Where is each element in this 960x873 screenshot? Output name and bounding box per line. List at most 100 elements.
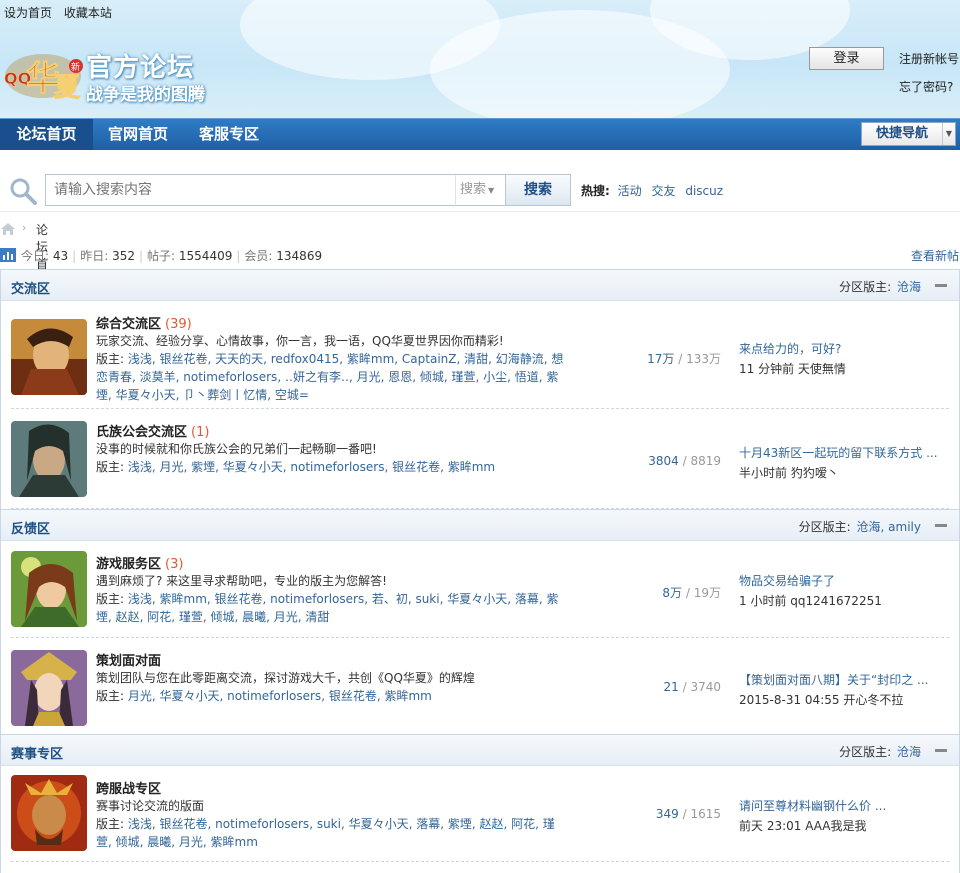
nav-customer-service[interactable]: 客服专区 [183, 119, 275, 150]
set-homepage-link[interactable]: 设为首页 [4, 6, 52, 20]
login-button[interactable]: 登录 [809, 47, 884, 70]
forum-mods-label: 版主: [96, 817, 125, 831]
forum-mods-label: 版主: [96, 460, 125, 474]
nav-official-home[interactable]: 官网首页 [93, 119, 183, 150]
stats-text: 今日: 43 | 昨日: 352 | 帖子: 1554409 | 会员: 134869 [21, 249, 323, 263]
last-post-title[interactable]: 物品交易给骗子了 [739, 572, 944, 589]
view-new-posts-link[interactable]: 查看新帖 [911, 247, 959, 264]
forgot-password-link[interactable]: 忘了密码? [899, 78, 953, 95]
stats-today: 43 [52, 249, 69, 263]
home-icon[interactable] [0, 222, 16, 236]
forum-row: 策划面对面 策划团队与您在此零距离交流，探讨游戏大千，共创《QQ华夏》的辉煌 版… [11, 638, 949, 735]
search-type-select[interactable]: 搜索 ▼ [455, 174, 505, 206]
breadcrumb-separator: › [22, 221, 27, 234]
forum-row: 跨服战专区 赛事讨论交流的版面 版主: 浅浅, 银丝花卷, notimeforl… [11, 766, 949, 862]
stats-chart-icon [0, 248, 16, 262]
hot-search-label: 热搜: [581, 184, 610, 198]
forum-thread-count: 8万 [662, 586, 683, 600]
forum-name[interactable]: 综合交流区 [96, 317, 161, 332]
nav-forum-home[interactable]: 论坛首页 [0, 119, 93, 150]
top-links: 设为首页 收藏本站 [4, 4, 120, 21]
register-link[interactable]: 注册新帐号 [899, 50, 959, 67]
category-header: 反馈区 分区版主: 沧海, amily [1, 509, 959, 541]
forum-title[interactable]: 氏族公会交流区 (1) [96, 421, 209, 440]
forum-today-count: (1) [191, 425, 210, 440]
forum-title[interactable]: 综合交流区 (39) [96, 313, 192, 332]
last-post-title[interactable]: 十月43新区一起玩的留下联系方式 ... [739, 444, 944, 461]
category-moderators: 分区版主: 沧海 [839, 743, 921, 760]
forum-description: 策划团队与您在此零距离交流，探讨游戏大千，共创《QQ华夏》的辉煌 [96, 671, 475, 685]
forum-thread-count: 17万 [647, 352, 675, 366]
forum-mods-names[interactable]: 浅浅, 紫眸mm, 银丝花卷, notimeforlosers, 若、初, su… [96, 592, 558, 624]
forum-mods-label: 版主: [96, 592, 125, 606]
category-mods-names[interactable]: 沧海 [897, 745, 921, 759]
hot-search-activity[interactable]: 活动 [618, 184, 642, 198]
forum-avatar[interactable] [11, 551, 87, 627]
forum-name[interactable]: 游戏服务区 [96, 557, 161, 572]
forum-thread-count: 3804 [648, 454, 679, 468]
site-header: 设为首页 收藏本站 QQ 华 夏 新 官方论坛 战争是我的图腾 登录 注册新帐号… [0, 0, 960, 118]
forum-last-post: 十月43新区一起玩的留下联系方式 ... 半小时前 犳犳嗳丶 [739, 444, 949, 481]
game-logo[interactable]: QQ 华 夏 新 [2, 36, 84, 108]
forum-moderators: 版主: 浅浅, 月光, 紫堙, 华夏々小天, notimeforlosers, … [96, 458, 566, 476]
quick-nav-button[interactable]: 快捷导航 ▼ [861, 122, 956, 146]
search-input[interactable] [45, 174, 455, 206]
forum-counts: 17万 / 133万 [647, 352, 721, 366]
forum-description: 遇到麻烦了? 来这里寻求帮助吧，专业的版主为您解答! [96, 574, 387, 588]
category-header: 交流区 分区版主: 沧海 [1, 269, 959, 301]
forum-avatar[interactable] [11, 319, 87, 395]
last-post-title[interactable]: 来点给力的，可好? [739, 340, 944, 357]
forum-description: 没事的时候就和你氏族公会的兄弟们一起畅聊一番吧! [96, 442, 377, 456]
forum-title[interactable]: 游戏服务区 (3) [96, 553, 183, 572]
forum-slogan: 战争是我的图腾 [86, 85, 205, 105]
forum-title: 官方论坛 [86, 53, 195, 83]
forum-last-post: 【策划面对面八期】关于“封印之 ... 2015-8-31 04:55 开心冬不… [739, 671, 949, 708]
category-communication: 交流区 分区版主: 沧海 综合交流区 (39) 玩家交流、经验分享、心情故事，你一… [0, 269, 960, 510]
forum-moderators: 版主: 浅浅, 紫眸mm, 银丝花卷, notimeforlosers, 若、初… [96, 590, 566, 626]
hot-search-discuz[interactable]: discuz [685, 184, 723, 198]
collapse-icon[interactable] [935, 749, 947, 752]
forum-name[interactable]: 氏族公会交流区 [96, 425, 187, 440]
forum-last-post: 物品交易给骗子了 1 小时前 qq1241672251 [739, 572, 949, 609]
category-mods-names[interactable]: 沧海, amily [857, 520, 921, 534]
forum-title[interactable]: 跨服战专区 [96, 778, 165, 797]
forum-description: 玩家交流、经验分享、心情故事，你一言，我一语，QQ华夏世界因你而精彩! [96, 334, 504, 348]
forum-mods-names[interactable]: 浅浅, 银丝花卷, notimeforlosers, suki, 华夏々小天, … [96, 817, 555, 849]
forum-avatar[interactable] [11, 421, 87, 497]
category-tournament: 赛事专区 分区版主: 沧海 跨服战专区 赛事讨论交流的版面 版主: 浅浅, 银丝… [0, 734, 960, 873]
forum-thread-count: 21 [663, 680, 679, 694]
forum-thread-count: 349 [655, 807, 679, 821]
forum-name[interactable]: 跨服战专区 [96, 782, 161, 797]
forum-name[interactable]: 策划面对面 [96, 654, 161, 669]
forum-last-post: 来点给力的，可好? 11 分钟前 天使無情 [739, 340, 949, 377]
caret-down-icon: ▼ [488, 186, 495, 195]
bookmark-link[interactable]: 收藏本站 [64, 6, 112, 20]
forum-mods-names[interactable]: 浅浅, 银丝花卷, 天天的天, redfox0415, 紫眸mm, Captai… [96, 352, 563, 402]
last-post-title[interactable]: 请问至尊材料幽钢什么价 ... [739, 797, 944, 814]
hot-searches: 热搜: 活动 交友 discuz [581, 182, 729, 199]
forum-title[interactable]: 策划面对面 [96, 650, 165, 669]
category-mods-label: 分区版主: [798, 520, 851, 534]
category-title[interactable]: 反馈区 [11, 518, 50, 537]
chevron-down-icon: ▼ [942, 123, 955, 145]
last-post-meta: 11 分钟前 天使無情 [739, 362, 846, 376]
stats-posts-label: 帖子: [147, 249, 176, 263]
forum-avatar[interactable] [11, 775, 87, 851]
category-mods-names[interactable]: 沧海 [897, 280, 921, 294]
last-post-meta: 前天 23:01 AAA我是我 [739, 819, 867, 833]
category-title[interactable]: 交流区 [11, 278, 50, 297]
collapse-icon[interactable] [935, 284, 947, 287]
last-post-title[interactable]: 【策划面对面八期】关于“封印之 ... [739, 671, 944, 688]
search-button[interactable]: 搜索 [505, 174, 571, 206]
forum-avatar[interactable] [11, 650, 87, 726]
collapse-icon[interactable] [935, 524, 947, 527]
forum-today-count: (3) [165, 557, 184, 572]
forum-mods-names[interactable]: 月光, 华夏々小天, notimeforlosers, 银丝花卷, 紫眸mm [128, 689, 432, 703]
last-post-meta: 2015-8-31 04:55 开心冬不拉 [739, 693, 904, 707]
hot-search-friends[interactable]: 交友 [651, 184, 675, 198]
category-title[interactable]: 赛事专区 [11, 743, 63, 762]
category-mods-label: 分区版主: [839, 280, 892, 294]
forum-post-count: 133万 [686, 352, 721, 366]
forum-mods-names[interactable]: 浅浅, 月光, 紫堙, 华夏々小天, notimeforlosers, 银丝花卷… [128, 460, 495, 474]
search-icon [10, 178, 37, 205]
